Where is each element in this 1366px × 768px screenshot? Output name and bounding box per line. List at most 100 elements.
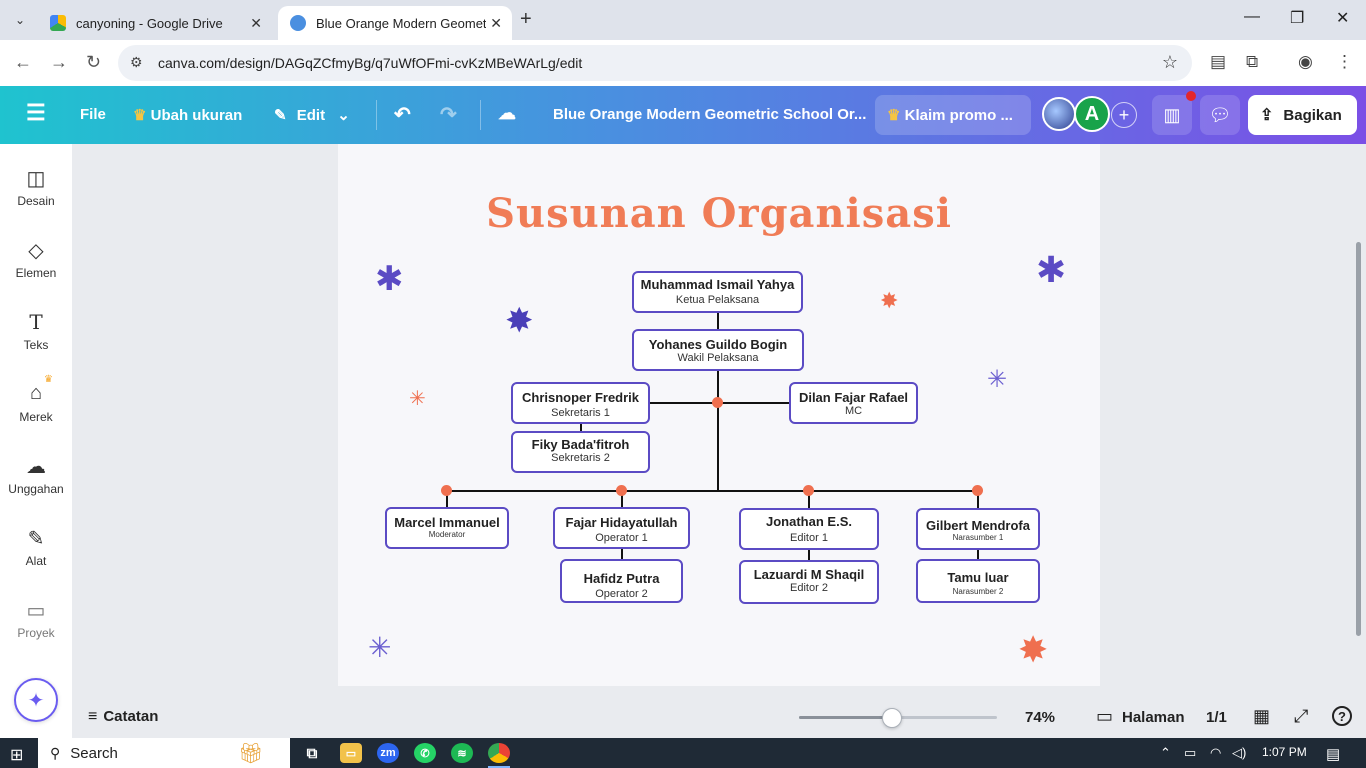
notes-button[interactable]: ≡ Catatan: [88, 708, 158, 726]
sidebar-item-label: Elemen: [15, 266, 57, 280]
org-node-sekretaris-2[interactable]: Fiky Bada'fitroh Sekretaris 2: [511, 431, 650, 473]
browser-tab-canva[interactable]: Blue Orange Modern Geometric ✕: [278, 6, 512, 40]
help-icon[interactable]: ?: [1332, 706, 1352, 726]
redo-icon[interactable]: ↷: [440, 102, 457, 127]
edit-menu[interactable]: ✎ Edit ⌄: [274, 106, 350, 124]
elements-icon: ◇: [28, 240, 44, 262]
org-node-sekretaris-1[interactable]: Chrisnoper Fredrik Sekretaris 1: [511, 382, 650, 424]
reload-icon[interactable]: ↻: [86, 52, 101, 73]
sidebar-item-tools[interactable]: ✎ Alat: [0, 526, 72, 570]
org-node-narasumber-2[interactable]: Tamu luar Narasumber 2: [916, 559, 1040, 603]
sidebar-item-text[interactable]: T Teks: [0, 310, 72, 354]
profile-icon[interactable]: ◉: [1298, 52, 1313, 72]
star-burst-decoration-icon[interactable]: ✸: [505, 304, 534, 338]
promo-label: Klaim promo ...: [904, 107, 1013, 124]
org-node-operator-1[interactable]: Fajar Hidayatullah Operator 1: [553, 507, 690, 549]
file-explorer-icon[interactable]: ▭: [340, 743, 362, 763]
sidebar-item-elements[interactable]: ◇ Elemen: [0, 238, 72, 282]
spotify-icon[interactable]: ≋: [451, 743, 473, 763]
star-burst-decoration-icon[interactable]: ✸: [880, 290, 898, 312]
resize-button[interactable]: ♛ Ubah ukuran: [133, 106, 242, 124]
zoom-slider-handle[interactable]: [882, 708, 903, 728]
site-info-icon[interactable]: ⚙: [130, 54, 143, 71]
pages-icon[interactable]: ▭: [1096, 706, 1113, 727]
tab-title: Blue Orange Modern Geometric: [316, 15, 486, 31]
extensions-puzzle-icon[interactable]: ⧉: [1246, 52, 1258, 72]
tray-overflow-icon[interactable]: ⌃: [1160, 745, 1171, 761]
chrome-icon[interactable]: [488, 743, 510, 763]
sidebar-item-brand[interactable]: ♛ ⌂ Merek: [0, 374, 72, 426]
team-avatar[interactable]: [1042, 97, 1076, 131]
undo-icon[interactable]: ↶: [394, 102, 411, 127]
task-view-icon[interactable]: ⧉: [301, 743, 323, 763]
zoom-app-icon[interactable]: zm: [377, 743, 399, 763]
tools-icon: ✎: [27, 528, 45, 550]
new-tab-icon[interactable]: +: [520, 8, 532, 31]
taskbar-search-box[interactable]: ⚲ Search 🎁︎: [38, 738, 290, 768]
hamburger-menu-icon[interactable]: ☰: [26, 100, 46, 126]
grid-view-icon[interactable]: ▦: [1253, 706, 1270, 727]
sparkle-decoration-icon[interactable]: ✱: [375, 262, 404, 296]
window-close-icon[interactable]: ✕: [1336, 8, 1349, 28]
org-node-editor-1[interactable]: Jonathan E.S. Editor 1: [739, 508, 879, 550]
sparkle-decoration-icon[interactable]: ✱: [1036, 252, 1066, 288]
node-role: Editor 1: [790, 532, 828, 544]
file-menu[interactable]: File: [80, 106, 106, 123]
restore-icon[interactable]: ❐: [1290, 8, 1304, 28]
cloud-save-icon[interactable]: ☁: [498, 103, 516, 124]
comments-icon[interactable]: 💬︎: [1200, 95, 1240, 135]
sidebar-item-design[interactable]: ◫ Desain: [0, 166, 72, 210]
whatsapp-icon[interactable]: ✆: [414, 743, 436, 763]
back-icon[interactable]: ←: [14, 52, 32, 73]
browser-menu-icon[interactable]: ⋮: [1336, 52, 1353, 72]
taskbar-clock[interactable]: 1:07 PM: [1262, 745, 1307, 759]
pencil-icon: ✎: [274, 107, 287, 124]
org-node-wakil[interactable]: Yohanes Guildo Bogin Wakil Pelaksana: [632, 329, 804, 371]
org-node-narasumber-1[interactable]: Gilbert Mendrofa Narasumber 1: [916, 508, 1040, 550]
org-node-operator-2[interactable]: Hafidz Putra Operator 2: [560, 559, 683, 603]
windows-start-icon[interactable]: ⊞: [10, 745, 23, 765]
volume-icon[interactable]: ◁): [1232, 745, 1246, 761]
bookmark-star-icon[interactable]: ☆: [1162, 52, 1178, 73]
analytics-icon[interactable]: ▥: [1152, 95, 1192, 135]
claim-promo-button[interactable]: ♛ Klaim promo ...: [875, 95, 1031, 135]
browser-tab-google-drive[interactable]: canyoning - Google Drive ✕: [38, 6, 272, 40]
magic-assistant-icon[interactable]: ✦: [14, 678, 58, 722]
sidebar-item-label: Teks: [23, 338, 49, 352]
star-burst-decoration-icon[interactable]: ✸: [1018, 632, 1048, 668]
zoom-percent[interactable]: 74%: [1025, 709, 1055, 726]
battery-icon[interactable]: ▭: [1184, 745, 1196, 761]
node-role: Narasumber 1: [952, 533, 1004, 542]
fullscreen-icon[interactable]: ⤢: [1294, 706, 1308, 727]
left-sidebar: [0, 144, 72, 738]
wifi-icon[interactable]: ◠: [1210, 745, 1221, 761]
tab-close-icon[interactable]: ✕: [490, 15, 502, 32]
sparkle-decoration-icon[interactable]: ✳: [987, 368, 1007, 392]
sparkle-decoration-icon[interactable]: ✳: [368, 634, 391, 662]
sidebar-item-projects[interactable]: ▭ Proyek: [0, 598, 72, 642]
org-node-mc[interactable]: Dilan Fajar Rafael MC: [789, 382, 918, 424]
sparkle-decoration-icon[interactable]: ✳: [409, 389, 426, 409]
sidebar-item-uploads[interactable]: ☁ Unggahan: [0, 454, 72, 498]
org-node-moderator[interactable]: Marcel Immanuel Moderator: [385, 507, 509, 549]
document-title[interactable]: Blue Orange Modern Geometric School Or..…: [553, 106, 866, 123]
chevron-down-icon: ⌄: [337, 107, 350, 124]
notifications-icon[interactable]: ▤: [1326, 745, 1340, 763]
org-node-ketua[interactable]: Muhammad Ismail Yahya Ketua Pelaksana: [632, 271, 803, 313]
tab-close-icon[interactable]: ✕: [250, 15, 262, 32]
resize-label: Ubah ukuran: [150, 107, 243, 124]
forward-icon[interactable]: →: [50, 52, 68, 73]
vertical-scrollbar[interactable]: [1356, 242, 1361, 636]
org-node-editor-2[interactable]: Lazuardi M Shaqil Editor 2: [739, 560, 879, 604]
url-text[interactable]: canva.com/design/DAGqZCfmyBg/q7uWfOFmi-c…: [158, 55, 582, 71]
org-chart-title[interactable]: Susunan Organisasi: [338, 190, 1100, 237]
invite-plus-icon[interactable]: +: [1111, 102, 1137, 128]
node-name: Lazuardi M Shaqil: [753, 567, 865, 582]
pages-label[interactable]: Halaman: [1122, 709, 1185, 726]
tab-search-menu-icon[interactable]: ⌄: [8, 8, 32, 32]
address-bar[interactable]: ⚙ canva.com/design/DAGqZCfmyBg/q7uWfOFmi…: [118, 45, 1192, 81]
share-button[interactable]: ⇪ Bagikan: [1248, 95, 1357, 135]
minimize-icon[interactable]: —: [1244, 8, 1260, 26]
user-avatar[interactable]: A: [1074, 96, 1110, 132]
pdf-extension-icon[interactable]: ▤: [1210, 52, 1226, 72]
